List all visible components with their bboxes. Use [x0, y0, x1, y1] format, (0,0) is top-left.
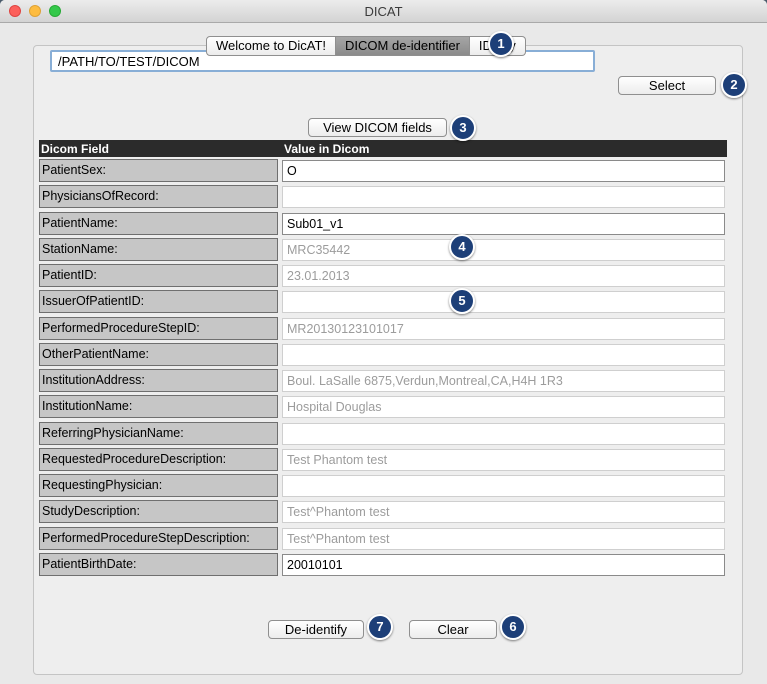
field-value-input: Boul. LaSalle 6875,Verdun,Montreal,CA,H4… — [282, 370, 725, 392]
view-dicom-fields-button[interactable]: View DICOM fields — [308, 118, 447, 137]
field-label: PatientSex: — [39, 159, 278, 182]
field-value-input: Test Phantom test — [282, 448, 725, 471]
table-row: RequestedProcedureDescription: Test Phant… — [39, 447, 727, 473]
table-row: StudyDescription: Test^Phantom test — [39, 499, 727, 525]
field-value-input — [282, 475, 725, 497]
table-header: Dicom Field Value in Dicom — [39, 140, 727, 157]
table-row: PerformedProcedureStepID: MR2013012310101… — [39, 316, 727, 342]
table-row: PatientSex: O — [39, 158, 727, 184]
select-button[interactable]: Select — [618, 76, 716, 95]
callout-badge-2: 2 — [721, 72, 747, 98]
field-label: PatientID: — [39, 264, 278, 287]
field-value-input: MR20130123101017 — [282, 317, 725, 340]
callout-badge-3: 3 — [450, 115, 476, 141]
header-value-in-dicom: Value in Dicom — [284, 142, 370, 156]
field-label: StudyDescription: — [39, 500, 278, 524]
table-row: PatientName: Sub01_v1 — [39, 211, 727, 237]
field-label: PatientBirthDate: — [39, 552, 278, 576]
field-value-input[interactable]: O — [282, 160, 725, 182]
table-row: ReferringPhysicianName: — [39, 421, 727, 447]
callout-badge-5: 5 — [449, 288, 475, 314]
table-row: StationName: MRC35442 — [39, 237, 727, 263]
field-label: PerformedProcedureStepDescription: — [39, 526, 278, 550]
field-label: OtherPatientName: — [39, 342, 278, 366]
field-value-input — [282, 186, 725, 209]
tab-bar: Welcome to DicAT! DICOM de-identifier ID… — [206, 36, 526, 56]
field-value-input: Test^Phantom test — [282, 527, 725, 550]
field-value-input — [282, 291, 725, 314]
field-label: PerformedProcedureStepID: — [39, 316, 278, 340]
field-value-input[interactable]: Sub01_v1 — [282, 212, 725, 235]
de-identify-button[interactable]: De-identify — [268, 620, 364, 639]
field-label: PhysiciansOfRecord: — [39, 185, 278, 209]
field-value-input: MRC35442 — [282, 238, 725, 261]
table-row: PerformedProcedureStepDescription: Test^P… — [39, 526, 727, 552]
clear-button[interactable]: Clear — [409, 620, 497, 639]
table-row: PatientBirthDate: 20010101 — [39, 552, 727, 578]
field-value-input: 23.01.2013 — [282, 265, 725, 287]
app-window: DICAT Welcome to DicAT! DICOM de-identif… — [0, 0, 767, 684]
table-row: OtherPatientName: — [39, 342, 727, 368]
title-bar: DICAT — [0, 0, 767, 23]
field-label: PatientName: — [39, 211, 278, 235]
header-dicom-field: Dicom Field — [41, 142, 110, 156]
field-label: InstitutionAddress: — [39, 369, 278, 392]
field-value-input: Hospital Douglas — [282, 396, 725, 419]
field-label: RequestingPhysician: — [39, 474, 278, 497]
callout-badge-1: 1 — [488, 31, 514, 57]
table-row: InstitutionAddress: Boul. LaSalle 6875,Ve… — [39, 368, 727, 394]
callout-badge-4: 4 — [449, 234, 475, 260]
tab-dicom-deidentifier[interactable]: DICOM de-identifier — [336, 36, 470, 56]
table-row: PatientID: 23.01.2013 — [39, 263, 727, 289]
field-value-input — [282, 343, 725, 366]
table-row: RequestingPhysician: — [39, 473, 727, 499]
table-row: PhysiciansOfRecord: — [39, 184, 727, 210]
table-row: InstitutionName: Hospital Douglas — [39, 394, 727, 420]
callout-badge-7: 7 — [367, 614, 393, 640]
tab-welcome[interactable]: Welcome to DicAT! — [206, 36, 337, 56]
window-title: DICAT — [364, 4, 403, 19]
field-label: IssuerOfPatientID: — [39, 290, 278, 314]
field-value-input — [282, 422, 725, 445]
field-value-input: Test^Phantom test — [282, 501, 725, 524]
callout-badge-6: 6 — [500, 614, 526, 640]
field-label: InstitutionName: — [39, 395, 278, 419]
field-label: RequestedProcedureDescription: — [39, 447, 278, 471]
field-label: ReferringPhysicianName: — [39, 421, 278, 445]
field-label: StationName: — [39, 237, 278, 261]
field-value-input[interactable]: 20010101 — [282, 553, 725, 576]
table-row: IssuerOfPatientID: — [39, 289, 727, 315]
